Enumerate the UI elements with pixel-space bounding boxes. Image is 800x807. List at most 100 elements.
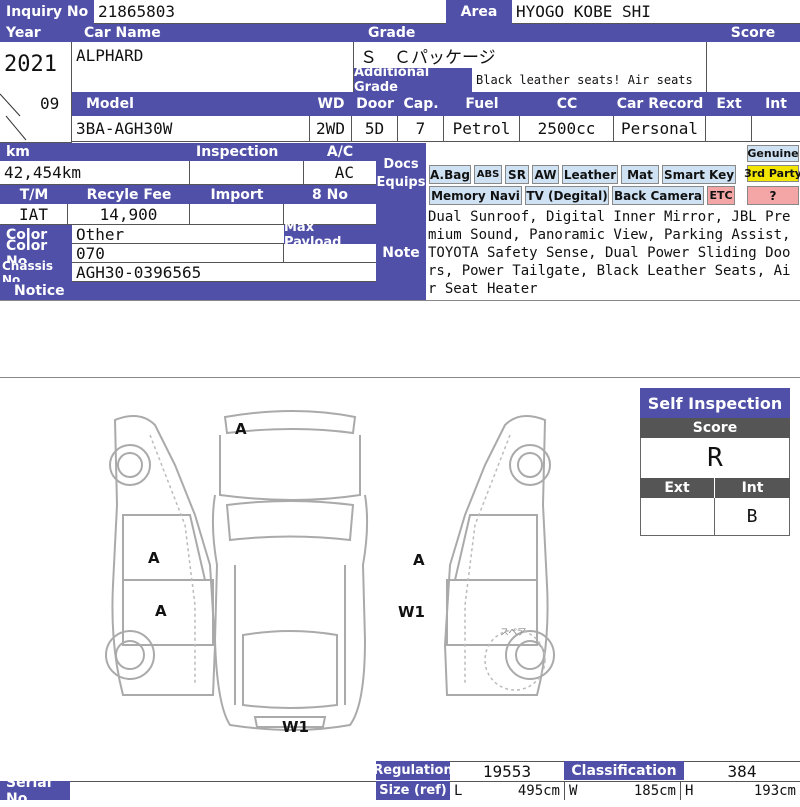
wd-value: 2WD (310, 116, 352, 142)
max-payload-value (284, 244, 376, 263)
equip-leather: Leather (562, 165, 618, 184)
equip-memory-navi: Memory Navi (429, 186, 522, 205)
recycle-fee-value: 14,900 (68, 204, 190, 225)
km-label: km (0, 143, 190, 161)
self-inspection-ext-value (640, 498, 715, 536)
damage-right-front-door: A (413, 551, 425, 569)
classification-value: 384 (684, 761, 800, 780)
serial-no-value (70, 781, 376, 800)
note-label: Note (376, 205, 426, 300)
ac-label: A/C (304, 143, 376, 161)
equip-sr: SR (505, 165, 529, 184)
car-name-value: ALPHARD (72, 42, 354, 92)
inquiry-value: 21865803 (94, 0, 446, 24)
cap-value: 7 (398, 116, 444, 142)
size-l-value: 495cm (470, 781, 564, 800)
area-label: Area (446, 0, 512, 24)
wd-label: WD (310, 92, 352, 116)
size-w-label: W (564, 781, 584, 800)
self-inspection-int-value: B (715, 498, 790, 536)
inspection-label: Inspection (190, 143, 304, 161)
int-value (752, 116, 800, 142)
notice-label: Notice (0, 282, 376, 300)
doc-genuine: Genuine (747, 145, 799, 162)
self-inspection-title: Self Inspection (640, 388, 790, 418)
score-value (706, 42, 800, 92)
damage-left-front-door: A (148, 549, 160, 567)
docs-label: Docs (383, 157, 419, 172)
classification-label: Classification (564, 761, 684, 780)
door-label: Door (352, 92, 398, 116)
grade-label: Grade (354, 24, 706, 42)
car-record-label: Car Record (614, 92, 706, 116)
cap-label: Cap. (398, 92, 444, 116)
car-name-label: Car Name (70, 24, 354, 42)
spare-label: スペア (500, 628, 527, 638)
ext-value (706, 116, 752, 142)
year-value: 2021 (4, 52, 57, 77)
car-record-value: Personal (614, 116, 706, 142)
damage-front: A (235, 420, 247, 438)
chassis-no-value: AGH30-0396565 (72, 263, 376, 282)
size-h-label: H (680, 781, 700, 800)
inquiry-label: Inquiry No (0, 0, 94, 24)
tm-label: T/M (0, 185, 68, 204)
additional-grade-value: Black leather seats! Air seats (476, 73, 693, 87)
divider-top (0, 300, 800, 301)
max-payload-label: Max Payload (284, 220, 376, 250)
color-no-value: 070 (72, 244, 284, 263)
self-inspection-ext-label: Ext (640, 478, 715, 498)
self-inspection-score-value: R (640, 438, 790, 478)
equip-mat: Mat (621, 165, 659, 184)
serial-no-label: Serial No (0, 775, 70, 807)
damage-right-rear-door: W1 (398, 603, 425, 621)
cc-label: CC (520, 92, 614, 116)
docs-equips-label: Docs Equips (376, 143, 426, 205)
equip-back-camera: Back Camera (612, 186, 704, 205)
tm-value: IAT (0, 204, 68, 225)
model-value: 3BA-AGH30W (72, 116, 310, 142)
equip-etc: ETC (707, 186, 735, 205)
eight-no-label: 8 No (284, 185, 376, 204)
size-label: Size (ref) (376, 781, 450, 800)
equip-abag: A.Bag (429, 165, 471, 184)
self-inspection-int-label: Int (715, 478, 790, 498)
ext-label: Ext (706, 92, 752, 116)
car-diagram (105, 410, 555, 731)
import-value (190, 204, 284, 225)
equip-aw: AW (532, 165, 559, 184)
door-value: 5D (352, 116, 398, 142)
regulation-label: Regulation (373, 761, 453, 780)
recycle-fee-label: Recyle Fee (68, 185, 190, 204)
import-label: Import (190, 185, 284, 204)
ac-value: AC (304, 161, 376, 185)
score-label: Score (706, 24, 800, 42)
regulation-value: 19553 (450, 761, 564, 780)
int-label: Int (752, 92, 800, 116)
doc-third-party: 3rd Party (744, 165, 800, 182)
self-inspection-score-label: Score (640, 418, 790, 438)
month-value: 09 (40, 94, 60, 113)
equip-tv: TV (Degital) (525, 186, 609, 205)
area-value: HYOGO KOBE SHI (512, 0, 800, 24)
size-l-label: L (450, 781, 470, 800)
divider-mid (0, 377, 800, 378)
damage-rear: W1 (282, 718, 309, 736)
damage-left-rear-door: A (155, 602, 167, 620)
doc-unknown: ? (747, 186, 799, 205)
equips-label: Equips (376, 175, 426, 190)
color-value: Other (72, 225, 284, 244)
inspection-value (190, 161, 304, 185)
equip-smart-key: Smart Key (662, 165, 736, 184)
year-label: Year (0, 24, 70, 42)
chassis-no-label: Chassis No (0, 259, 72, 287)
year-box: 2021 09 (0, 42, 72, 142)
model-label: Model (72, 92, 310, 116)
fuel-label: Fuel (444, 92, 520, 116)
size-h-value: 193cm (700, 781, 800, 800)
cc-value: 2500cc (520, 116, 614, 142)
size-w-value: 185cm (584, 781, 680, 800)
equip-abs: ABS (474, 165, 502, 184)
note-value: Dual Sunroof, Digital Inner Mirror, JBL … (428, 209, 791, 297)
km-value: 42,454km (0, 161, 190, 185)
